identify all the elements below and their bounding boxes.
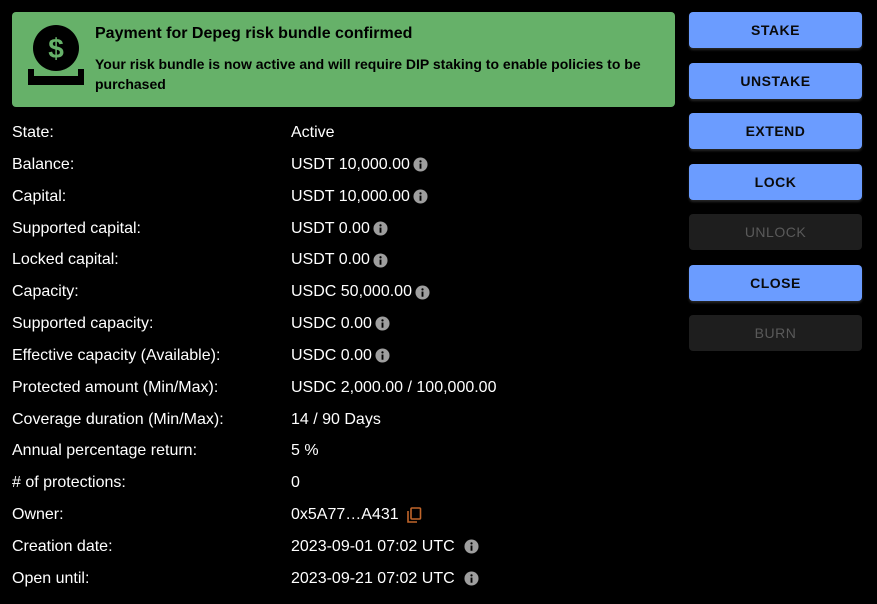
detail-row-owner: Owner: 0x5A77…A431 (12, 499, 672, 531)
unstake-button[interactable]: UNSTAKE (689, 62, 862, 99)
detail-value-container: USDT 0.00 (291, 244, 388, 276)
bundle-details-page: $ Payment for Depeg risk bundle confirme… (0, 0, 877, 604)
detail-value: 2023-09-21 07:02 UTC (291, 569, 455, 587)
detail-value-container: 2023-09-21 07:02 UTC (291, 563, 479, 595)
detail-row-annual-percentage-return: Annual percentage return: 5 % (12, 435, 672, 467)
detail-value-container: 0x5A77…A431 (291, 499, 422, 531)
detail-row-balance: Balance: USDT 10,000.00 (12, 149, 672, 181)
detail-label: State: (12, 124, 54, 141)
detail-value: USDC 0.00 (291, 346, 372, 364)
detail-value-container: USDC 0.00 (291, 340, 390, 372)
detail-value: USDT 10,000.00 (291, 155, 410, 173)
detail-value-container: USDC 0.00 (291, 308, 390, 340)
info-icon[interactable] (375, 316, 390, 332)
detail-value: 2023-09-01 07:02 UTC (291, 537, 455, 555)
svg-text:$: $ (48, 33, 64, 64)
unlock-button[interactable]: UNLOCK (689, 214, 862, 250)
detail-value-container: USDC 2,000.00 / 100,000.00 (291, 372, 496, 404)
detail-row-creation-date: Creation date: 2023-09-01 07:02 UTC (12, 531, 672, 563)
detail-value: 0 (291, 474, 300, 492)
detail-label: Balance: (12, 155, 75, 173)
info-icon[interactable] (373, 221, 388, 236)
payment-confirmed-alert: $ Payment for Depeg risk bundle confirme… (12, 12, 675, 107)
info-icon[interactable] (413, 157, 428, 172)
alert-title: Payment for Depeg risk bundle confirmed (95, 25, 413, 42)
detail-label: Capacity: (12, 283, 79, 301)
lock-button[interactable]: LOCK (689, 163, 862, 200)
detail-label: Supported capital: (12, 219, 141, 237)
copy-icon[interactable] (406, 507, 422, 523)
detail-value: USDC 50,000.00 (291, 283, 412, 301)
detail-row-capital: Capital: USDT 10,000.00 (12, 181, 672, 213)
detail-value: USDT 10,000.00 (291, 187, 410, 205)
info-icon[interactable] (413, 189, 428, 204)
detail-value: USDC 0.00 (291, 315, 372, 333)
detail-label: # of protections: (12, 474, 126, 492)
detail-value: 14 / 90 Days (291, 410, 381, 428)
burn-button[interactable]: BURN (689, 315, 862, 351)
detail-row-effective-capacity-available: Effective capacity (Available): USDC 0.00 (12, 340, 672, 372)
detail-row-capacity: Capacity: USDC 50,000.00 (12, 276, 672, 308)
detail-label: Protected amount (Min/Max): (12, 378, 219, 396)
detail-value: USDC 2,000.00 / 100,000.00 (291, 378, 497, 396)
extend-button[interactable]: EXTEND (689, 113, 862, 149)
detail-label: Supported capacity: (12, 315, 154, 333)
detail-row-supported-capital: Supported capital: USDT 0.00 (12, 213, 672, 245)
dollar-payment-icon: $ (28, 25, 84, 85)
detail-value: 0x5A77…A431 (291, 506, 399, 524)
detail-value-container: 14 / 90 Days (291, 404, 381, 436)
detail-label: Coverage duration (Min/Max): (12, 410, 224, 428)
detail-label: Open until: (12, 569, 90, 587)
bundle-details-list: State: Active Balance: USDT 10,000.00 Capita… (12, 117, 672, 595)
detail-row-protected-amount-min-max: Protected amount (Min/Max): USDC 2,000.00… (12, 372, 672, 404)
detail-label: Locked capital: (12, 251, 119, 269)
detail-row-of-protections: # of protections: 0 (12, 467, 672, 499)
detail-label: Owner: (12, 506, 64, 524)
close-button[interactable]: CLOSE (689, 264, 862, 301)
detail-value-container: USDC 50,000.00 (291, 276, 430, 308)
detail-label: Annual percentage return: (12, 442, 198, 460)
detail-row-state: State: Active (12, 117, 672, 149)
detail-value-container: 0 (291, 467, 300, 499)
info-icon[interactable] (373, 253, 388, 268)
detail-value-container: USDT 10,000.00 (291, 149, 428, 181)
detail-value: USDT 0.00 (291, 219, 370, 237)
alert-message: Your risk bundle is now active and will … (95, 56, 641, 92)
detail-value: Active (291, 124, 335, 141)
detail-label: Creation date: (12, 537, 113, 555)
detail-value: 5 % (291, 442, 319, 460)
detail-value-container: 5 % (291, 435, 319, 467)
stake-button[interactable]: STAKE (689, 12, 862, 48)
detail-label: Capital: (12, 187, 67, 205)
info-icon[interactable] (464, 571, 479, 586)
detail-row-supported-capacity: Supported capacity: USDC 0.00 (12, 308, 672, 340)
info-icon[interactable] (415, 285, 430, 300)
detail-value-container: USDT 10,000.00 (291, 181, 428, 213)
detail-value-container: 2023-09-01 07:02 UTC (291, 531, 479, 563)
detail-row-locked-capital: Locked capital: USDT 0.00 (12, 244, 672, 276)
detail-value-container: USDT 0.00 (291, 213, 388, 245)
detail-value: USDT 0.00 (291, 251, 370, 269)
detail-row-coverage-duration-min-max: Coverage duration (Min/Max): 14 / 90 Days (12, 404, 672, 436)
bundle-actions: STAKE UNSTAKE EXTEND LOCK UNLOCK CLOSE BURN (689, 12, 862, 366)
detail-row-open-until: Open until: 2023-09-21 07:02 UTC (12, 563, 672, 595)
detail-label: Effective capacity (Available): (12, 346, 221, 364)
detail-value-container: Active (291, 117, 335, 149)
info-icon[interactable] (464, 539, 479, 554)
info-icon[interactable] (375, 348, 390, 363)
